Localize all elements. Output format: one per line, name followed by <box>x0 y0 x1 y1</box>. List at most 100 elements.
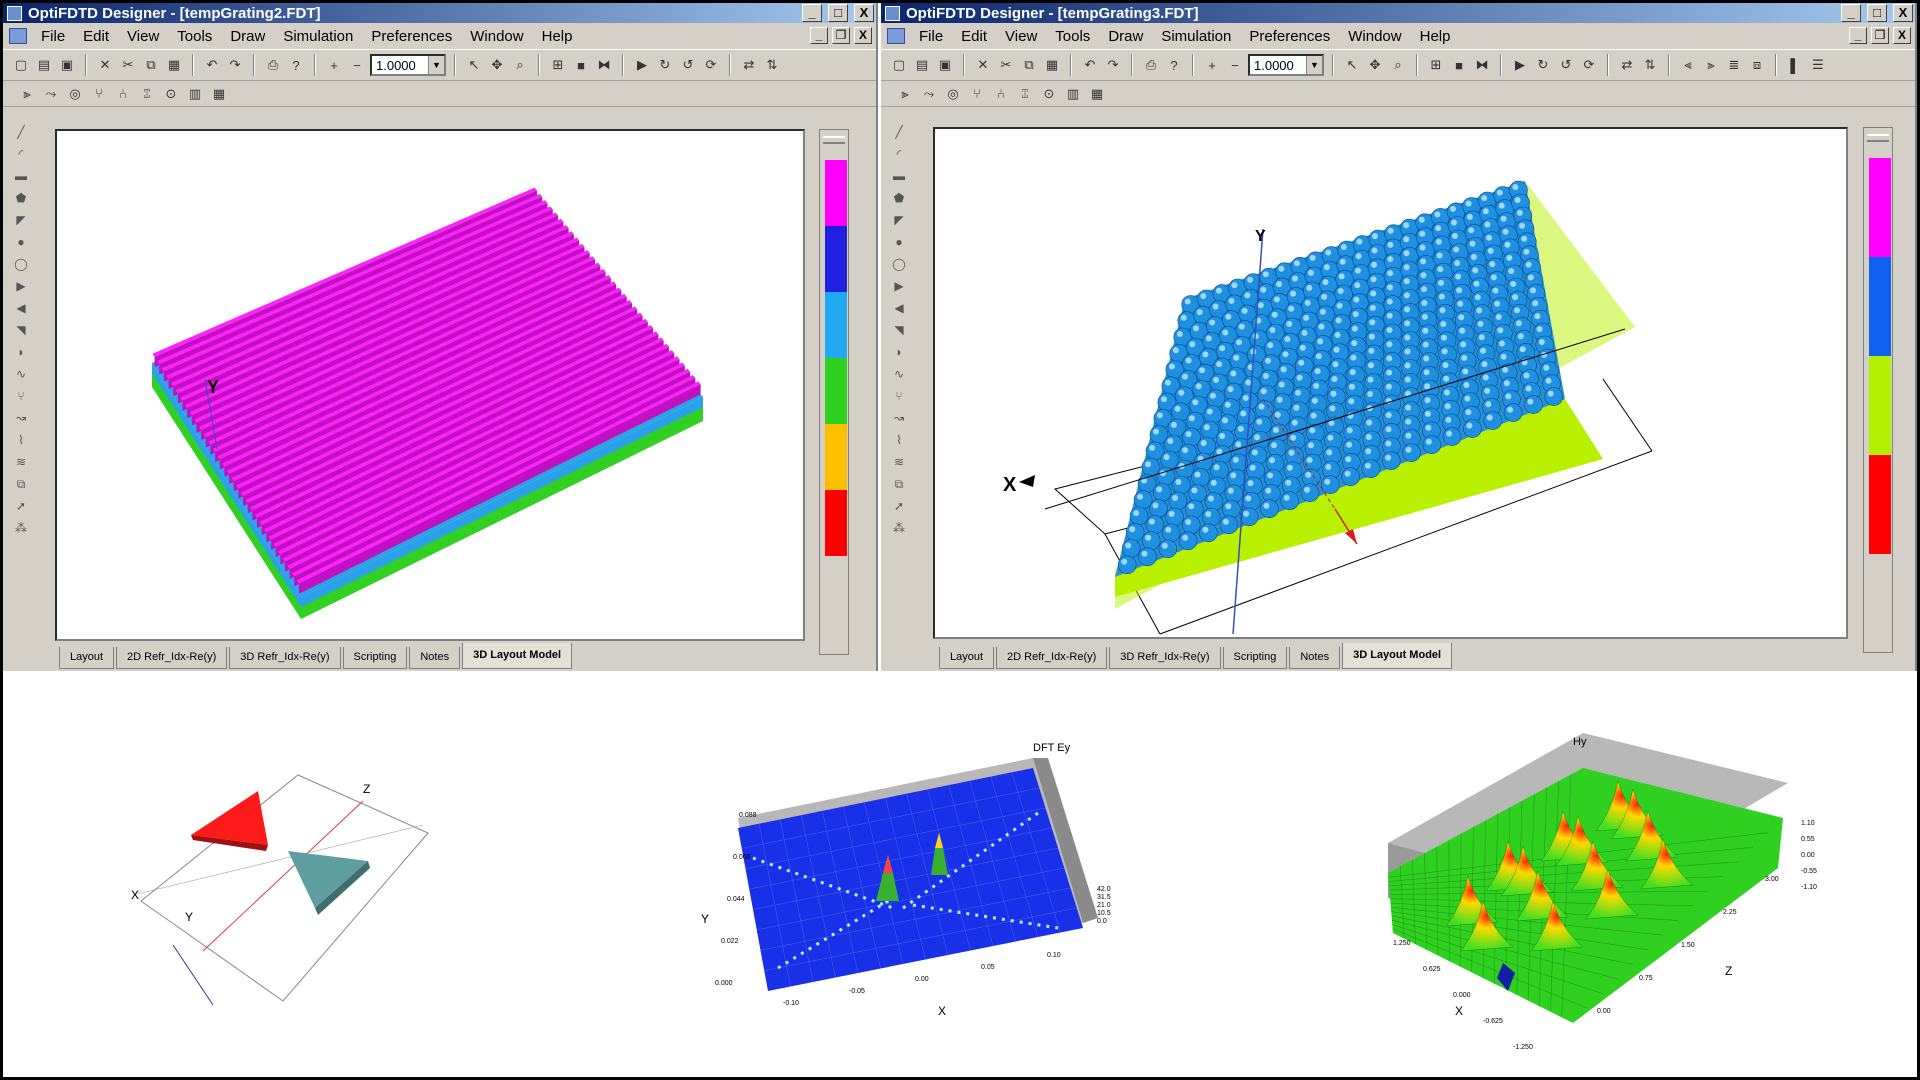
grating-tool-icon[interactable]: ⁂ <box>891 521 907 535</box>
grid-icon[interactable]: ⊞ <box>1426 55 1446 75</box>
run-icon[interactable]: ▶ <box>1510 55 1530 75</box>
swap-horizontal-icon[interactable]: ⇄ <box>739 55 759 75</box>
align-left-icon[interactable]: ⫷ <box>1678 55 1698 75</box>
tab-notes[interactable]: Notes <box>1289 647 1341 669</box>
tab-scripting[interactable]: Scripting <box>342 647 408 669</box>
menu-preferences[interactable]: Preferences <box>1249 28 1330 45</box>
rotate-ccw-icon[interactable]: ↺ <box>678 55 698 75</box>
grating-tool-icon[interactable]: ⁂ <box>13 521 29 535</box>
arc-tool-icon[interactable]: ◜ <box>13 147 29 161</box>
magnifier-icon[interactable]: ⌕ <box>1388 55 1408 75</box>
paste-icon[interactable]: ▦ <box>1042 55 1062 75</box>
play-tool-icon[interactable]: ▶ <box>13 279 29 293</box>
help-icon[interactable]: ? <box>1164 55 1184 75</box>
s-bend-tool-icon[interactable]: ∿ <box>891 367 907 381</box>
mmi-tool-icon[interactable]: ⧉ <box>13 477 29 491</box>
coupler-icon[interactable]: ⑃ <box>113 84 133 104</box>
tab-2d-refr-idx[interactable]: 2D Refr_Idx-Re(y) <box>116 647 228 669</box>
swap-vertical-icon[interactable]: ⇅ <box>762 55 782 75</box>
y-branch-tool-icon[interactable]: ⑂ <box>13 389 29 403</box>
waveguide-icon[interactable]: ⫸ <box>895 84 915 104</box>
zoom-select[interactable]: 1.0000 ▼ <box>1248 54 1324 76</box>
array-icon[interactable]: ▦ <box>209 84 229 104</box>
palette-swatch[interactable] <box>825 490 847 556</box>
menu-tools[interactable]: Tools <box>1055 28 1090 45</box>
undo-icon[interactable]: ↶ <box>1080 55 1100 75</box>
maximize-button[interactable]: □ <box>828 4 848 22</box>
taper-icon[interactable]: ⑄ <box>1015 84 1035 104</box>
mirror-icon[interactable]: ⧓ <box>594 55 614 75</box>
menu-help[interactable]: Help <box>542 28 573 45</box>
minimize-button[interactable]: _ <box>802 4 822 22</box>
lens-icon[interactable]: ◎ <box>943 84 963 104</box>
ellipse-tool-icon[interactable]: ◯ <box>891 257 907 271</box>
coupler-icon[interactable]: ⑃ <box>991 84 1011 104</box>
menu-preferences[interactable]: Preferences <box>371 28 452 45</box>
lens-tool-icon[interactable]: ◗ <box>13 345 29 359</box>
line-tool-icon[interactable]: ╱ <box>13 125 29 139</box>
mirror-icon[interactable]: ⧓ <box>1472 55 1492 75</box>
y-branch-tool-icon[interactable]: ⑂ <box>891 389 907 403</box>
taper-icon[interactable]: ⑄ <box>137 84 157 104</box>
coupler-tool-icon[interactable]: ≋ <box>891 455 907 469</box>
new-file-icon[interactable]: ▢ <box>889 55 909 75</box>
tab-layout[interactable]: Layout <box>939 647 995 669</box>
document-menu-icon[interactable] <box>887 28 905 44</box>
redo-icon[interactable]: ↷ <box>1103 55 1123 75</box>
paste-icon[interactable]: ▦ <box>164 55 184 75</box>
doc-restore-button[interactable]: ❐ <box>832 27 850 44</box>
palette-swatch[interactable] <box>1869 158 1891 257</box>
grating-icon[interactable]: ▥ <box>1063 84 1083 104</box>
minimize-button[interactable]: _ <box>1841 4 1861 22</box>
menu-edit[interactable]: Edit <box>83 28 109 45</box>
array-icon[interactable]: ▦ <box>1087 84 1107 104</box>
rotate-cw-icon[interactable]: ↻ <box>1533 55 1553 75</box>
layout-3d-canvas[interactable]: X Y <box>933 127 1848 639</box>
zoom-select[interactable]: 1.0000 ▼ <box>370 54 446 76</box>
palette-swatch[interactable] <box>825 226 847 292</box>
pointer-icon[interactable]: ↖ <box>1342 55 1362 75</box>
delete-icon[interactable]: ✕ <box>95 55 115 75</box>
ring-icon[interactable]: ⊙ <box>161 84 181 104</box>
coupler-tool-icon[interactable]: ≋ <box>13 455 29 469</box>
zoom-in-icon[interactable]: + <box>324 55 344 75</box>
align-right-icon[interactable]: ⫸ <box>1701 55 1721 75</box>
layout-3d-canvas[interactable]: Y <box>55 129 805 641</box>
palette-swatch[interactable] <box>1869 257 1891 356</box>
doc-close-button[interactable]: X <box>1893 27 1911 44</box>
tab-3d-refr-idx[interactable]: 3D Refr_Idx-Re(y) <box>229 647 341 669</box>
zoom-out-icon[interactable]: − <box>1225 55 1245 75</box>
doc-minimize-button[interactable]: _ <box>1849 27 1867 44</box>
open-folder-icon[interactable]: ▤ <box>34 55 54 75</box>
save-icon[interactable]: ▣ <box>57 55 77 75</box>
doc-close-button[interactable]: X <box>854 27 872 44</box>
pan-icon[interactable]: ✥ <box>487 55 507 75</box>
maximize-button[interactable]: □ <box>1867 4 1887 22</box>
menu-view[interactable]: View <box>127 28 159 45</box>
tab-3d-layout-model[interactable]: 3D Layout Model <box>1342 643 1453 669</box>
rotate-cw-icon[interactable]: ↻ <box>655 55 675 75</box>
arrow-tool-icon[interactable]: ➚ <box>891 499 907 513</box>
chevron-down-icon[interactable]: ▼ <box>1306 56 1322 74</box>
palette-grip[interactable] <box>823 136 845 144</box>
menu-draw[interactable]: Draw <box>230 28 265 45</box>
grid-icon[interactable]: ⊞ <box>548 55 568 75</box>
splitter-icon[interactable]: ⑂ <box>967 84 987 104</box>
menu-edit[interactable]: Edit <box>961 28 987 45</box>
arrow-tool-icon[interactable]: ➚ <box>13 499 29 513</box>
splitter-icon[interactable]: ⑂ <box>89 84 109 104</box>
menu-simulation[interactable]: Simulation <box>283 28 353 45</box>
polygon-tool-icon[interactable]: ⬟ <box>13 191 29 205</box>
cut-icon[interactable]: ✂ <box>118 55 138 75</box>
curve-tool-icon[interactable]: ↝ <box>13 411 29 425</box>
polygon-tool-icon[interactable]: ⬟ <box>891 191 907 205</box>
refresh-icon[interactable]: ⟳ <box>1579 55 1599 75</box>
triangle-tool-icon[interactable]: ◀ <box>13 301 29 315</box>
print-icon[interactable]: ⎙ <box>263 55 283 75</box>
bend-icon[interactable]: ⤳ <box>41 84 61 104</box>
properties-icon[interactable]: ☰ <box>1808 55 1828 75</box>
tab-3d-layout-model[interactable]: 3D Layout Model <box>462 643 573 669</box>
chevron-down-icon[interactable]: ▼ <box>428 56 444 74</box>
new-file-icon[interactable]: ▢ <box>11 55 31 75</box>
menu-tools[interactable]: Tools <box>177 28 212 45</box>
